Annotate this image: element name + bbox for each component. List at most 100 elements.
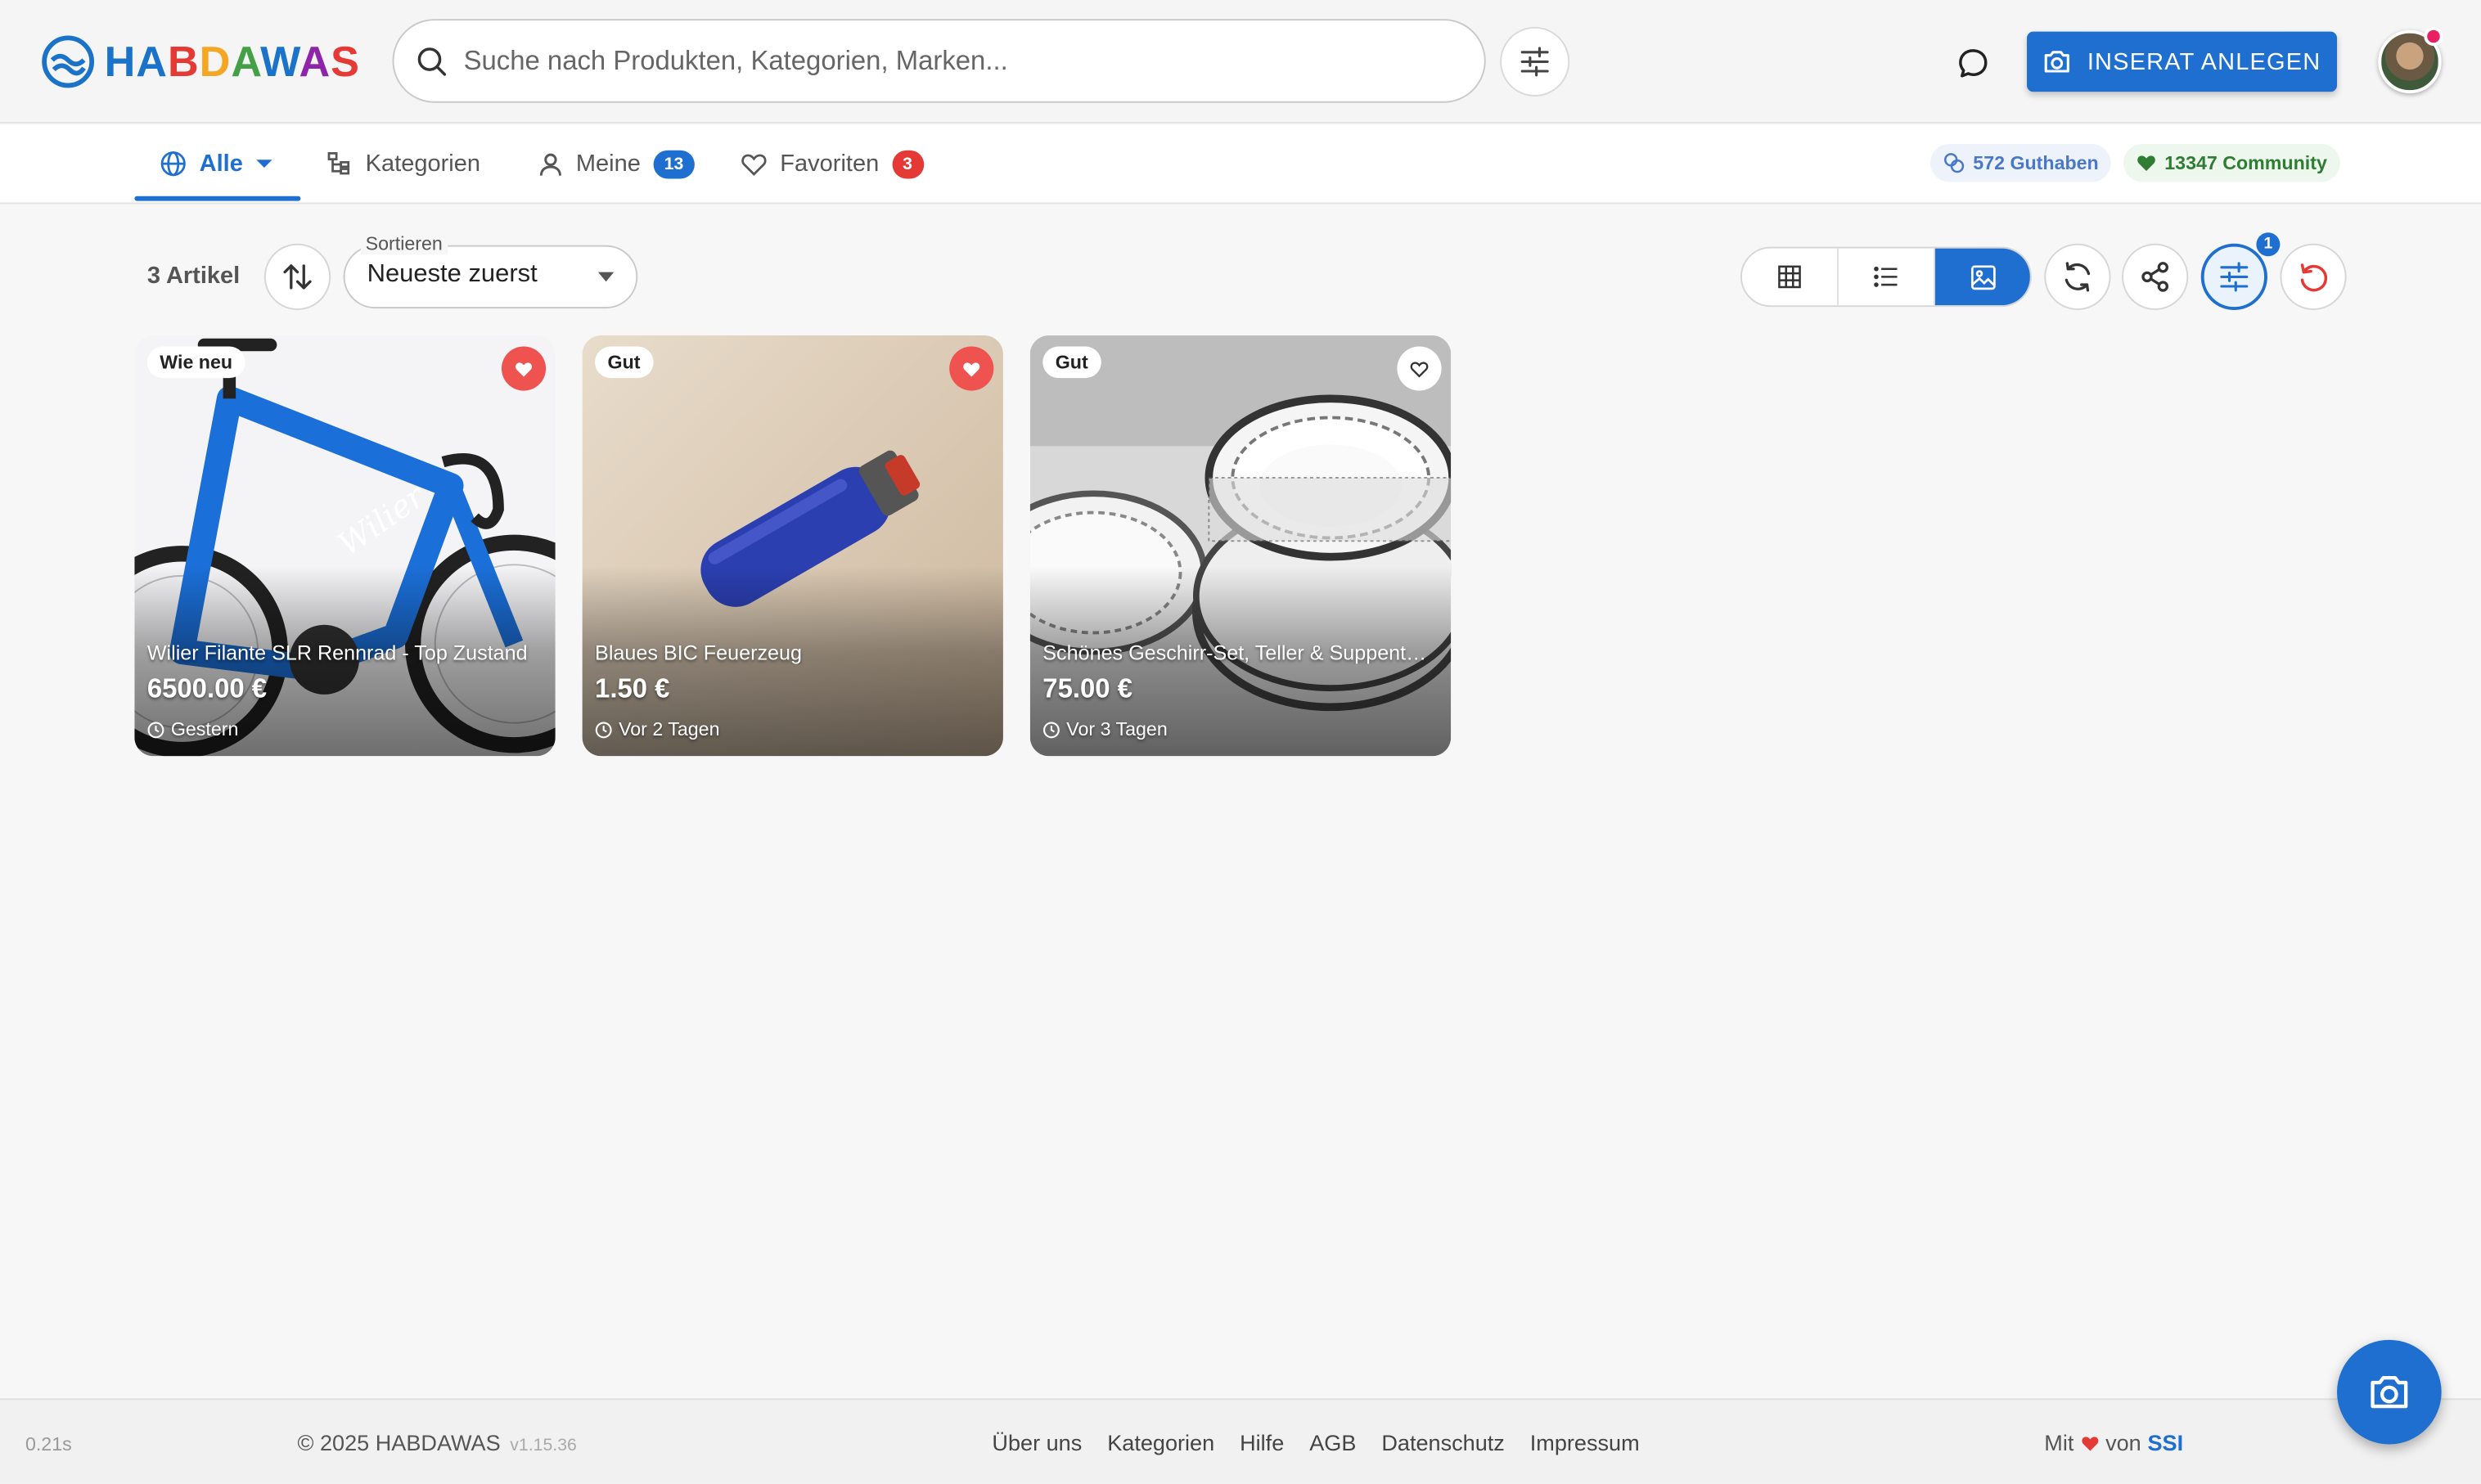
- listing-card[interactable]: Wilier Wie neu Wilier Filante SLR Rennra…: [134, 335, 556, 757]
- footer-link-categories[interactable]: Kategorien: [1107, 1430, 1214, 1455]
- heart-icon: [2137, 155, 2155, 171]
- sliders-icon: [1520, 47, 1549, 77]
- copyright: © 2025 HABDAWAS v1.15.36: [298, 1430, 577, 1455]
- footer: 0.21s © 2025 HABDAWAS v1.15.36 Über uns K…: [0, 1398, 2481, 1484]
- copyright-text: © 2025 HABDAWAS: [297, 1430, 501, 1455]
- sort-arrows-icon: [283, 264, 312, 290]
- listing-price: 1.50 €: [595, 673, 670, 704]
- caret-down-icon: [255, 160, 272, 168]
- tab-favorites-label: Favoriten: [780, 150, 880, 178]
- credit-badge[interactable]: 572 Guthaben: [1930, 143, 2112, 182]
- made-prefix: Mit: [2044, 1430, 2074, 1455]
- community-badge[interactable]: 13347 Community: [2123, 143, 2340, 182]
- heart-icon: [2081, 1436, 2098, 1450]
- footer-link-privacy[interactable]: Datenschutz: [1381, 1430, 1504, 1455]
- version: v1.15.36: [510, 1436, 577, 1455]
- footer-link-terms[interactable]: AGB: [1309, 1430, 1356, 1455]
- sort-label: Sortieren: [360, 232, 448, 255]
- reset-icon: [2300, 263, 2328, 292]
- camera-icon: [2045, 51, 2070, 73]
- listing-card[interactable]: Gut Schönes Geschirr-Set, Teller & Suppe…: [1029, 335, 1452, 757]
- community-label: 13347 Community: [2164, 151, 2327, 174]
- heart-outline-icon: [741, 153, 767, 175]
- footer-link-imprint[interactable]: Impressum: [1530, 1430, 1640, 1455]
- tab-all[interactable]: Alle: [160, 125, 272, 203]
- share-icon: [2141, 262, 2168, 292]
- credit-label: 572 Guthaben: [1973, 151, 2099, 174]
- favorite-button[interactable]: [949, 346, 994, 391]
- filter-button[interactable]: [2200, 243, 2267, 310]
- camera-icon: [2371, 1376, 2408, 1409]
- reset-filters-button[interactable]: [2280, 243, 2347, 310]
- listing-time-label: Vor 2 Tagen: [619, 717, 720, 740]
- coins-icon: [1943, 153, 1965, 173]
- made-with-love: Mit von SSI: [2044, 1430, 2183, 1455]
- listing-time: Vor 3 Tagen: [1042, 717, 1168, 740]
- listing-title: Schönes Geschirr-Set, Teller & Suppentel…: [1042, 641, 1435, 665]
- tab-favorites[interactable]: Favoriten 3: [741, 125, 924, 203]
- refresh-button[interactable]: [2044, 243, 2111, 310]
- image-icon: [1970, 264, 1995, 290]
- condition-badge: Gut: [1042, 346, 1101, 379]
- create-listing-label: INSERAT ANLEGEN: [2087, 47, 2321, 75]
- sort-value: Neueste zuerst: [367, 261, 538, 288]
- tab-mine[interactable]: Meine 13: [538, 125, 695, 203]
- heart-outline-icon: [1410, 361, 1429, 377]
- heart-icon: [516, 362, 533, 376]
- footer-link-about[interactable]: Über uns: [992, 1430, 1082, 1455]
- clock-icon: [595, 721, 612, 738]
- grid-icon: [1778, 265, 1801, 289]
- create-listing-button[interactable]: INSERAT ANLEGEN: [2027, 31, 2338, 92]
- view-mode-toggle: [1740, 246, 2032, 308]
- list-view-button[interactable]: [1839, 248, 1935, 306]
- share-button[interactable]: [2122, 243, 2189, 310]
- sliders-icon: [2220, 262, 2249, 292]
- logo-text: HABDAWAS: [104, 37, 360, 85]
- messages-button[interactable]: [1949, 39, 1997, 87]
- favorites-count-badge: 3: [891, 149, 924, 178]
- search-input[interactable]: [463, 45, 1484, 77]
- mine-count-badge: 13: [653, 149, 695, 178]
- listing-title: Blaues BIC Feuerzeug: [595, 641, 802, 665]
- user-icon: [539, 152, 561, 175]
- logo[interactable]: HABDAWAS: [41, 35, 360, 89]
- search-icon: [417, 47, 447, 75]
- filter-settings-button[interactable]: [1500, 26, 1570, 97]
- made-brand-link[interactable]: SSI: [2147, 1430, 2183, 1455]
- sort-direction-button[interactable]: [263, 243, 331, 310]
- listing-time-label: Vor 3 Tagen: [1066, 717, 1168, 740]
- listing-price: 6500.00 €: [146, 673, 268, 704]
- top-header: HABDAWAS INSERAT: [0, 0, 2481, 124]
- chat-bubble-icon: [1959, 49, 1988, 78]
- favorite-button[interactable]: [501, 346, 547, 391]
- tab-mine-label: Meine: [575, 150, 641, 178]
- active-tab-indicator: [134, 196, 301, 201]
- grid-view-button[interactable]: [1742, 248, 1839, 306]
- listing-time-label: Gestern: [170, 717, 239, 740]
- listing-title: Wilier Filante SLR Rennrad - Top Zustand: [146, 641, 528, 665]
- clock-icon: [1042, 721, 1060, 738]
- search-bar: [392, 19, 1486, 103]
- notification-dot: [2424, 26, 2443, 47]
- condition-badge: Gut: [595, 346, 653, 379]
- footer-links: Über uns Kategorien Hilfe AGB Datenschut…: [992, 1430, 1639, 1455]
- item-count: 3 Artikel: [146, 262, 241, 290]
- favorite-button[interactable]: [1397, 346, 1442, 391]
- heart-icon: [963, 362, 980, 376]
- tab-categories[interactable]: Kategorien: [326, 125, 480, 203]
- listing-time: Gestern: [147, 717, 239, 740]
- image-view-button[interactable]: [1934, 248, 2030, 306]
- quick-create-button[interactable]: [2337, 1339, 2442, 1445]
- sort-caret-icon: [597, 272, 615, 282]
- footer-link-help[interactable]: Hilfe: [1240, 1430, 1284, 1455]
- listing-price: 75.00 €: [1042, 673, 1132, 704]
- listing-card[interactable]: Gut Blaues BIC Feuerzeug 1.50 € Vor 2 Ta…: [582, 335, 1003, 757]
- list-icon: [1874, 266, 1898, 287]
- tab-all-label: Alle: [199, 150, 243, 178]
- nav-bar: Alle Kategorien Meine 13 Favoriten 3 572…: [0, 124, 2481, 205]
- refresh-icon: [2064, 262, 2091, 292]
- listing-time: Vor 2 Tagen: [595, 717, 720, 740]
- tab-categories-label: Kategorien: [365, 150, 480, 178]
- filter-count-badge: 1: [2256, 232, 2281, 257]
- condition-badge: Wie neu: [146, 346, 245, 379]
